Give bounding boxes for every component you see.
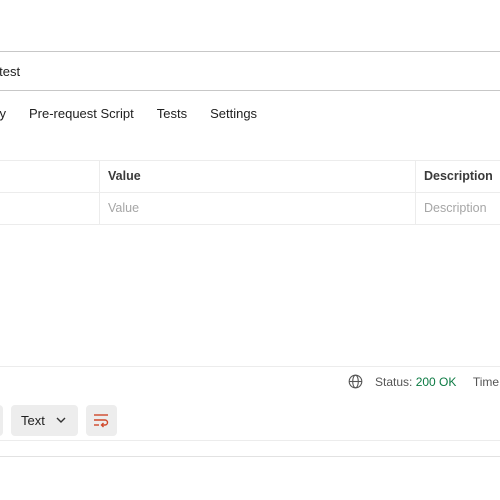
response-divider (0, 366, 500, 367)
tab-body[interactable]: ody (0, 104, 6, 124)
status-label: Status: (375, 375, 413, 389)
description-input[interactable]: Description (416, 193, 500, 224)
wrap-lines-icon (94, 414, 109, 428)
time-label: Time: (472, 375, 500, 389)
key-header (0, 161, 100, 192)
chevron-down-icon (56, 417, 66, 423)
description-header: Description (424, 169, 493, 183)
response-view-button[interactable] (0, 405, 3, 436)
request-name-bar[interactable]: ry-test (0, 51, 500, 91)
request-editor: ry-test ody Pre-request Script Tests Set… (0, 0, 500, 500)
wrap-lines-button[interactable] (86, 405, 117, 436)
value-input[interactable]: Value (100, 193, 416, 224)
format-dropdown-value: Text (21, 413, 45, 428)
response-status: Status: 200 OK Time: 6 (375, 375, 500, 389)
table-header-row: Value Description (0, 161, 500, 193)
status-value[interactable]: 200 OK (416, 375, 457, 389)
response-body-line (0, 456, 500, 457)
value-header: Value (100, 161, 416, 192)
table-row: Value Description (0, 193, 500, 225)
tab-pre-request-script[interactable]: Pre-request Script (29, 104, 134, 124)
request-tabs: ody Pre-request Script Tests Settings (0, 104, 257, 124)
tab-tests[interactable]: Tests (157, 104, 187, 124)
format-dropdown[interactable]: Text (11, 405, 78, 436)
tab-settings[interactable]: Settings (210, 104, 257, 124)
params-table: Value Description Value Description (0, 160, 500, 225)
globe-icon[interactable] (348, 374, 363, 389)
request-name[interactable]: ry-test (0, 64, 20, 79)
key-cell[interactable] (0, 193, 100, 224)
response-body-divider (0, 440, 500, 441)
